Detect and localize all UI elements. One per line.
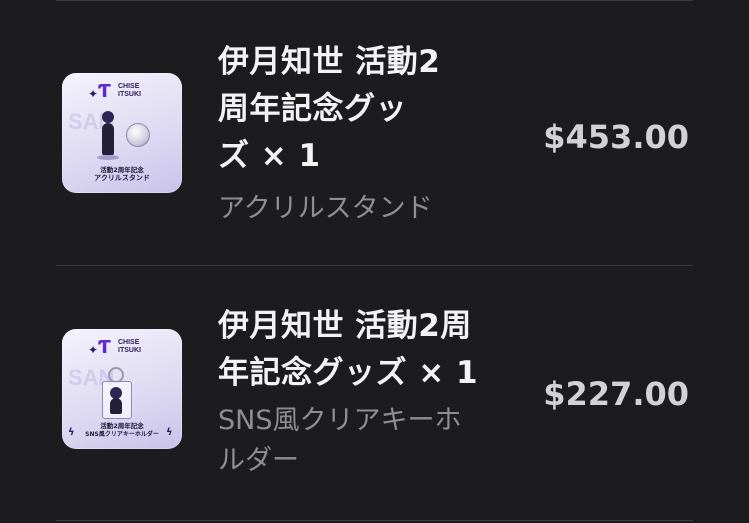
logo-line1: CHISE	[118, 83, 140, 90]
item-title[interactable]: 伊月知世 活動2 周年記念グッ ズ × 1	[218, 39, 440, 180]
item-title-line: 伊月知世 活動2	[218, 44, 441, 80]
logo-line2: ITSUKI	[118, 91, 141, 98]
item-variant: アクリルスタンド	[218, 193, 433, 224]
bottom-divider	[56, 520, 693, 521]
product-thumbnail[interactable]: ✦ Ƭ CHISE ITSUKI SAN 活動2周年記念 アクリルスタンド	[62, 73, 182, 193]
character-figure-head	[102, 111, 114, 123]
item-price: $227.00	[543, 375, 689, 413]
character-figure-body	[110, 398, 122, 414]
logo-line1: CHISE	[118, 339, 140, 346]
logo-line2: ITSUKI	[118, 347, 141, 354]
logo-text: CHISE ITSUKI	[118, 83, 141, 99]
product-thumbnail[interactable]: ✦ Ƭ CHISE ITSUKI SAN ϟ ϟ 活動2周年記念 SNS風クリア…	[62, 329, 182, 449]
thumbnail-caption-line2: SNS風クリアキーホルダー	[85, 431, 159, 438]
item-title[interactable]: 伊月知世 活動2周 年記念グッズ × 1	[218, 303, 478, 397]
item-title-line: ズ × 1	[218, 138, 321, 174]
order-item[interactable]: ✦ Ƭ CHISE ITSUKI SAN ϟ ϟ 活動2周年記念 SNS風クリア…	[0, 266, 749, 523]
item-variant-line: SNS風クリアキーホ	[218, 405, 462, 436]
item-variant: SNS風クリアキーホ ルダー	[218, 401, 461, 481]
stand-disc	[126, 123, 150, 147]
character-figure-body	[102, 123, 114, 155]
logo-icon: Ƭ	[98, 81, 111, 102]
item-price: $453.00	[543, 118, 689, 156]
sparkle-icon: ✦	[88, 343, 99, 357]
sparkle-icon: ✦	[88, 87, 99, 101]
item-variant-line: ルダー	[218, 445, 299, 476]
logo-icon: Ƭ	[98, 337, 111, 358]
order-item[interactable]: ✦ Ƭ CHISE ITSUKI SAN 活動2周年記念 アクリルスタンド 伊月…	[0, 0, 749, 265]
item-title-line: 周年記念グッ	[218, 91, 407, 127]
item-title-line: 伊月知世 活動2周	[218, 308, 472, 344]
stand-base	[97, 155, 119, 160]
item-title-line: 年記念グッズ × 1	[218, 355, 479, 391]
thumbnail-caption-line2: アクリルスタンド	[94, 174, 150, 182]
logo-text: CHISE ITSUKI	[118, 339, 141, 355]
